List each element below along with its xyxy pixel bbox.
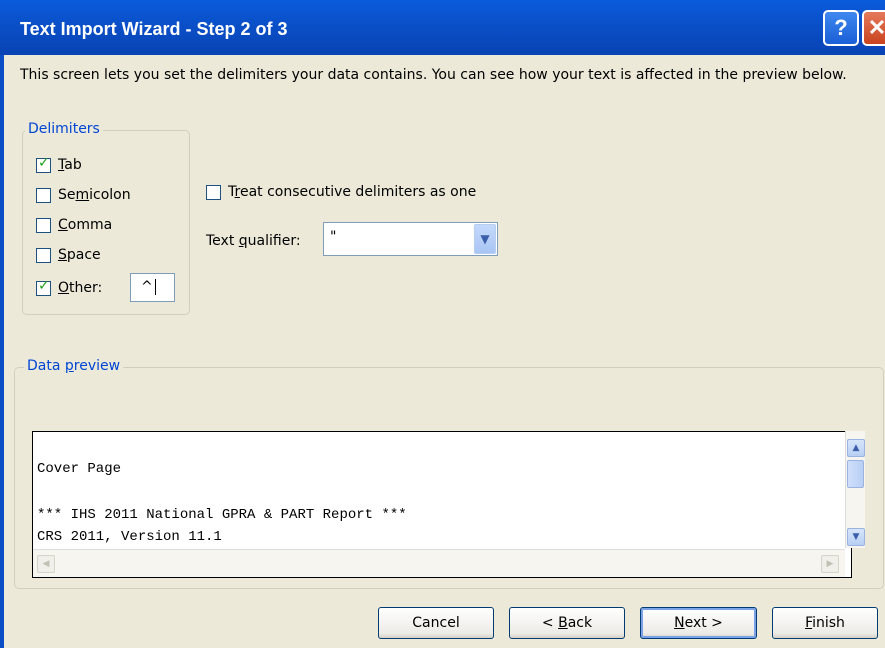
- checkbox-box[interactable]: [206, 185, 221, 200]
- checkbox-box[interactable]: [36, 248, 51, 263]
- scroll-up-icon[interactable]: ▲: [847, 439, 865, 457]
- window-title: Text Import Wizard - Step 2 of 3: [20, 19, 288, 39]
- title-bar: Text Import Wizard - Step 2 of 3 ? ✕: [0, 0, 885, 55]
- checkbox-box[interactable]: ✓: [36, 278, 51, 296]
- scroll-down-icon[interactable]: ▼: [847, 528, 865, 546]
- preview-line: CRS 2011, Version 11.1: [37, 529, 222, 545]
- checkbox-box[interactable]: [36, 188, 51, 203]
- delimiter-other-label: Other:: [58, 280, 103, 296]
- data-preview-legend: Data preview: [24, 358, 124, 374]
- checkbox-box[interactable]: [36, 218, 51, 233]
- chevron-down-icon[interactable]: ▼: [474, 224, 496, 254]
- cancel-button[interactable]: Cancel: [378, 607, 494, 639]
- back-button[interactable]: < Back: [509, 607, 625, 639]
- close-button[interactable]: ✕: [862, 10, 885, 46]
- vertical-scrollbar[interactable]: ▲ ▼: [845, 431, 865, 548]
- text-qualifier-select[interactable]: " ▼: [323, 222, 498, 256]
- preview-line: Cover Page: [37, 461, 122, 477]
- delimiter-space-label: Space: [58, 247, 101, 263]
- checkbox-box[interactable]: ✓: [36, 155, 51, 173]
- preview-line: *** IHS 2011 National GPRA & PART Report…: [37, 507, 407, 523]
- check-icon: ✓: [38, 155, 50, 171]
- other-delimiter-input[interactable]: ^: [130, 273, 175, 302]
- finish-button[interactable]: Finish: [772, 607, 878, 639]
- scroll-left-icon[interactable]: ◀: [37, 555, 55, 573]
- scroll-right-icon[interactable]: ▶: [821, 555, 839, 573]
- scroll-thumb[interactable]: [847, 460, 864, 488]
- help-icon: ?: [834, 15, 848, 40]
- check-icon: ✓: [38, 278, 50, 294]
- horizontal-scrollbar[interactable]: ◀ ▶: [33, 549, 845, 577]
- text-qualifier-label: Text qualifier:: [206, 233, 301, 249]
- description-text: This screen lets you set the delimiters …: [20, 67, 847, 83]
- delimiter-semicolon-label: Semicolon: [58, 187, 131, 203]
- delimiter-tab-label: Tab: [58, 157, 82, 173]
- help-button[interactable]: ?: [823, 10, 859, 46]
- treat-consecutive-label: Treat consecutive delimiters as one: [228, 184, 477, 200]
- next-button[interactable]: Next >: [640, 607, 757, 639]
- close-icon: ✕: [867, 15, 885, 40]
- delimiters-legend: Delimiters: [25, 121, 103, 137]
- delimiter-comma-label: Comma: [58, 217, 113, 233]
- window-frame: [0, 55, 4, 648]
